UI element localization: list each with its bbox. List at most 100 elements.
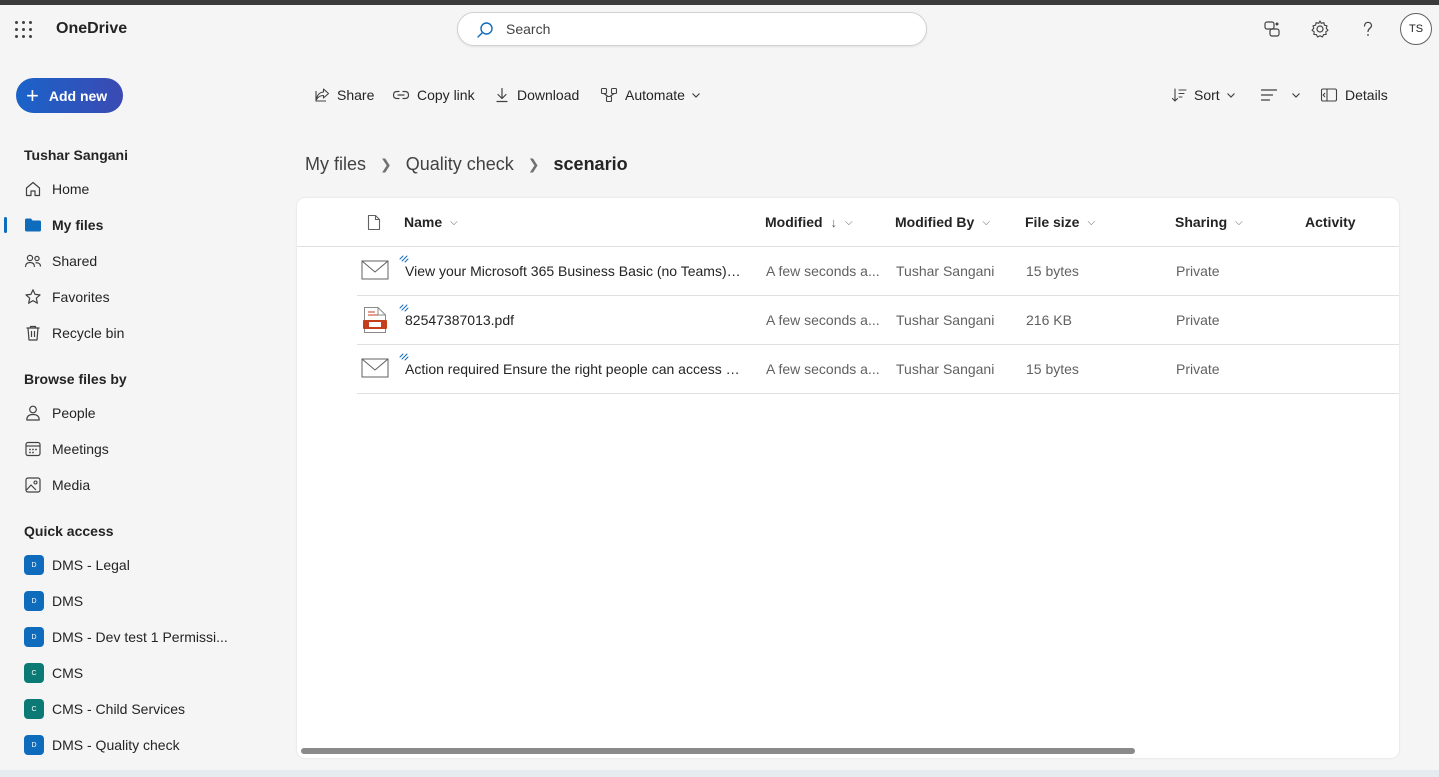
quick-access-item[interactable]: D DMS - Quality check xyxy=(0,727,270,763)
chevron-down-icon xyxy=(1226,93,1235,98)
star-icon xyxy=(24,288,42,306)
folder-icon xyxy=(24,216,42,234)
chevron-down-icon: ⌵ xyxy=(1087,216,1096,228)
quick-access-item[interactable]: C CMS xyxy=(0,655,270,691)
column-header-label: Activity xyxy=(1305,214,1356,230)
search-input[interactable] xyxy=(506,19,906,39)
file-size: 216 KB xyxy=(1026,312,1072,328)
sidebar-item-label: Media xyxy=(52,477,91,493)
breadcrumb-current: scenario xyxy=(553,153,628,174)
file-sharing[interactable]: Private xyxy=(1176,263,1220,279)
site-icon: D xyxy=(24,735,44,755)
file-modified-by[interactable]: Tushar Sangani xyxy=(896,361,994,377)
file-size: 15 bytes xyxy=(1026,263,1079,279)
file-modified: A few seconds a... xyxy=(766,263,880,279)
sort-button[interactable]: Sort xyxy=(1171,84,1236,106)
quick-access-label: DMS - Legal xyxy=(52,557,130,573)
app-name[interactable]: OneDrive xyxy=(56,20,127,38)
sidebar-item-recycle-bin[interactable]: Recycle bin xyxy=(0,315,270,351)
column-header-file-size[interactable]: File size ⌵ xyxy=(1025,214,1095,230)
diamond-icon[interactable] xyxy=(1261,18,1283,40)
breadcrumb: My files ❯ Quality check ❯ scenario xyxy=(305,152,628,176)
sidebar-item-people[interactable]: People xyxy=(0,395,270,431)
site-icon: C xyxy=(24,663,44,683)
file-row[interactable]: View your Microsoft 365 Business Basic (… xyxy=(357,247,1399,296)
column-header-activity[interactable]: Activity xyxy=(1305,214,1356,230)
trash-icon xyxy=(24,324,42,342)
sidebar-item-meetings[interactable]: Meetings xyxy=(0,431,270,467)
add-new-label: Add new xyxy=(48,87,108,104)
sidebar-item-my-files[interactable]: My files xyxy=(0,207,270,243)
file-sharing[interactable]: Private xyxy=(1176,312,1220,328)
share-icon xyxy=(315,88,330,102)
browse-files-heading: Browse files by xyxy=(24,371,127,387)
pdf-file-icon xyxy=(363,307,387,333)
image-icon xyxy=(24,476,42,494)
breadcrumb-quality-check[interactable]: Quality check xyxy=(406,154,514,175)
active-indicator xyxy=(4,217,7,233)
copy-link-button[interactable]: Copy link xyxy=(392,84,475,106)
site-icon: D xyxy=(24,627,44,647)
link-icon xyxy=(392,90,410,100)
sidebar-item-shared[interactable]: Shared xyxy=(0,243,270,279)
sort-descending-icon: ↓ xyxy=(830,214,838,230)
chevron-down-icon: ⌵ xyxy=(845,216,853,228)
quick-access-label: CMS xyxy=(52,665,84,681)
email-file-icon xyxy=(361,260,389,280)
file-modified-by[interactable]: Tushar Sangani xyxy=(896,312,994,328)
add-new-button[interactable]: + Add new xyxy=(16,78,123,113)
quick-access-label: DMS - Dev test 1 Permissi... xyxy=(52,629,228,645)
share-button[interactable]: Share xyxy=(314,84,374,106)
column-header-sharing[interactable]: Sharing ⌵ xyxy=(1175,214,1243,230)
quick-access-item[interactable]: D DMS xyxy=(0,583,270,619)
details-pane-icon xyxy=(1320,88,1338,102)
download-button[interactable]: Download xyxy=(494,84,579,106)
quick-access-heading: Quick access xyxy=(24,523,114,539)
quick-access-item[interactable]: D DMS - Dev test 1 Permissi... xyxy=(0,619,270,655)
column-header-label: Name xyxy=(404,214,443,230)
file-type-icon[interactable] xyxy=(367,214,381,231)
quick-access-label: DMS xyxy=(52,593,84,609)
file-modified-by[interactable]: Tushar Sangani xyxy=(896,263,994,279)
chevron-down-icon xyxy=(692,93,700,98)
chevron-down-icon: ⌵ xyxy=(1235,216,1243,228)
sidebar-item-favorites[interactable]: Favorites xyxy=(0,279,270,315)
horizontal-scrollbar[interactable] xyxy=(301,748,1135,754)
view-options-button[interactable] xyxy=(1260,84,1301,106)
copy-link-label: Copy link xyxy=(417,87,475,103)
taskbar-edge xyxy=(0,770,1439,777)
automate-button[interactable]: Automate xyxy=(600,84,701,106)
file-row[interactable]: Action required Ensure the right people … xyxy=(357,345,1399,394)
plus-icon: + xyxy=(26,82,39,108)
automate-icon xyxy=(600,87,618,103)
sidebar-item-media[interactable]: Media xyxy=(0,467,270,503)
automate-label: Automate xyxy=(625,87,685,103)
sort-label: Sort xyxy=(1194,87,1220,103)
search-box[interactable] xyxy=(457,12,927,46)
column-header-modified[interactable]: Modified ↓ ⌵ xyxy=(765,214,853,230)
file-name[interactable]: 82547387013.pdf xyxy=(405,312,741,328)
sidebar-item-label: Favorites xyxy=(52,289,110,305)
column-header-modified-by[interactable]: Modified By ⌵ xyxy=(895,214,990,230)
gear-icon[interactable] xyxy=(1309,18,1331,40)
quick-access-label: CMS - Child Services xyxy=(52,701,186,717)
quick-access-item[interactable]: D DMS - Legal xyxy=(0,547,270,583)
home-icon xyxy=(24,180,42,198)
column-header-name[interactable]: Name ⌵ xyxy=(404,214,458,230)
file-sharing[interactable]: Private xyxy=(1176,361,1220,377)
help-icon[interactable] xyxy=(1357,18,1379,40)
sidebar-item-label: Shared xyxy=(52,253,98,269)
quick-access-label: DMS - Quality check xyxy=(52,737,180,753)
file-modified: A few seconds a... xyxy=(766,312,880,328)
quick-access-item[interactable]: C CMS - Child Services xyxy=(0,691,270,727)
file-name[interactable]: Action required Ensure the right people … xyxy=(405,361,741,377)
chevron-right-icon: ❯ xyxy=(527,155,540,172)
file-name[interactable]: View your Microsoft 365 Business Basic (… xyxy=(405,263,741,279)
avatar[interactable]: TS xyxy=(1400,13,1432,45)
email-file-icon xyxy=(361,358,389,378)
details-button[interactable]: Details xyxy=(1320,84,1388,106)
sidebar-item-home[interactable]: Home xyxy=(0,171,270,207)
file-row[interactable]: 82547387013.pdf A few seconds a... Tusha… xyxy=(357,296,1399,345)
app-launcher-icon[interactable] xyxy=(14,20,34,40)
breadcrumb-my-files[interactable]: My files xyxy=(305,154,366,175)
